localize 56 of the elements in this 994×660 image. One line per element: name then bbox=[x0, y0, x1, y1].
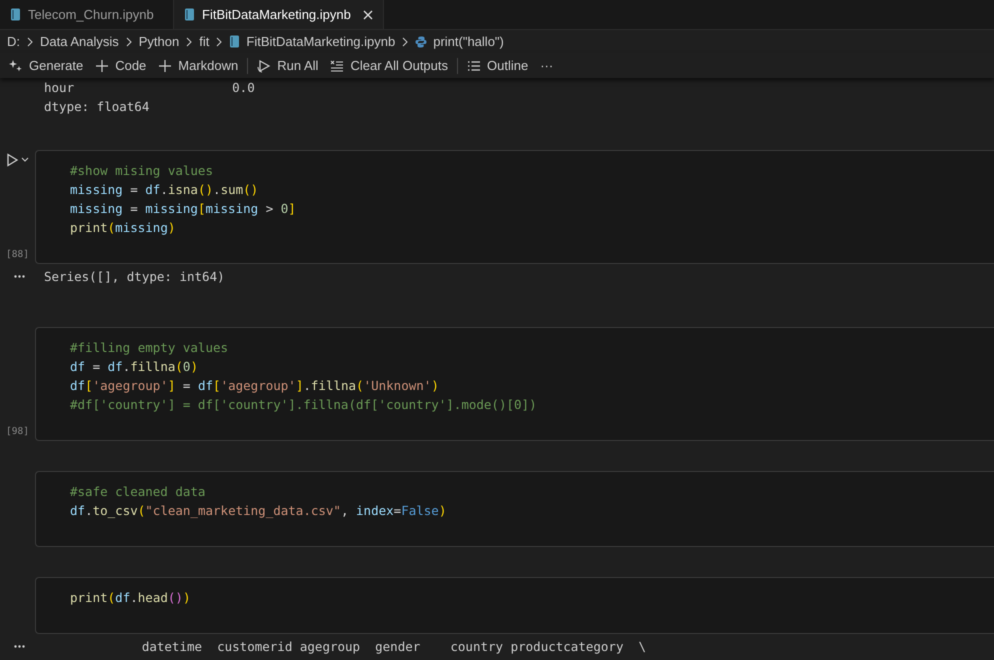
code-cell[interactable]: #safe cleaned data df.to_csv("clean_marketing_data.csv", index=False) bbox=[35, 471, 994, 547]
run-all-icon bbox=[257, 58, 272, 72]
toolbar-button[interactable]: Markdown bbox=[152, 56, 244, 75]
execution-count: [88] bbox=[6, 249, 29, 260]
execution-count: [98] bbox=[6, 426, 29, 437]
sparkle-icon bbox=[9, 58, 23, 72]
code-line: df.to_csv("clean_marketing_data.csv", index=False) bbox=[70, 502, 448, 520]
code-line: #filling empty values bbox=[70, 339, 230, 357]
toolbar-button[interactable]: Generate bbox=[3, 56, 90, 75]
code-line: missing = df.isna().sum() bbox=[70, 181, 260, 199]
code-line: print(missing) bbox=[70, 219, 176, 237]
code-line: #safe cleaned data bbox=[70, 483, 206, 501]
breadcrumb-item[interactable]: fit bbox=[199, 34, 210, 49]
notebook-icon bbox=[10, 8, 21, 21]
output-text: datetime customerid agegroup gender country productcategory \ bbox=[140, 638, 646, 656]
notebook-icon bbox=[184, 8, 195, 21]
code-line: print(df.head()) bbox=[70, 589, 192, 607]
plus-icon bbox=[95, 58, 110, 72]
clear-list-icon bbox=[330, 58, 344, 72]
toolbar-button[interactable]: Code bbox=[89, 56, 152, 75]
chevron-icon bbox=[126, 36, 132, 46]
more-icon[interactable] bbox=[14, 645, 25, 648]
output-text: Series([], dtype: int64) bbox=[44, 268, 225, 286]
play-icon bbox=[6, 153, 19, 167]
code-cell[interactable]: #show mising values missing = df.isna().sum() missing = missing[missing > 0] print(missing) bbox=[35, 150, 994, 264]
chevron-icon bbox=[402, 36, 408, 46]
output-text: hour 0.0 bbox=[43, 79, 256, 97]
list-icon bbox=[467, 58, 481, 72]
code-line: #show mising values bbox=[70, 162, 214, 180]
code-line: missing = missing[missing > 0] bbox=[70, 200, 297, 218]
breadcrumb-item[interactable]: Python bbox=[138, 34, 180, 49]
more-icon[interactable] bbox=[14, 275, 25, 278]
notebook-icon bbox=[229, 35, 240, 48]
code-cell[interactable]: print(df.head()) bbox=[35, 577, 994, 634]
toolbar-button[interactable]: Clear All Outputs bbox=[324, 56, 454, 75]
chevron-icon bbox=[216, 36, 222, 46]
breadcrumb-item[interactable]: D: bbox=[7, 34, 20, 49]
code-cell[interactable]: #filling empty values df = df.fillna(0) df['agegroup'] = df['agegroup'].fillna('Unknown') #df['country'] = df['country'].fillna(df['country'].mode()[0]) bbox=[35, 327, 994, 441]
more-button[interactable]: ··· bbox=[534, 56, 560, 75]
run-cell-button[interactable] bbox=[6, 153, 29, 167]
chevron-down-icon bbox=[21, 157, 29, 163]
breadcrumb-item[interactable]: print("hallo") bbox=[433, 34, 504, 49]
toolbar-button[interactable]: Outline bbox=[461, 56, 534, 75]
close-icon[interactable] bbox=[363, 10, 373, 20]
plus-icon bbox=[158, 58, 172, 72]
code-line: #df['country'] = df['country'].fillna(df['country'].mode()[0]) bbox=[70, 396, 538, 414]
chevron-icon bbox=[186, 36, 192, 46]
editor-tab[interactable]: FitBitDataMarketing.ipynb bbox=[174, 0, 384, 29]
chevron-icon bbox=[27, 36, 33, 46]
toolbar-button[interactable]: Run All bbox=[251, 56, 324, 75]
code-line: df = df.fillna(0) bbox=[70, 358, 199, 376]
code-line: df['agegroup'] = df['agegroup'].fillna('Unknown') bbox=[70, 377, 440, 395]
python-icon bbox=[415, 36, 428, 48]
output-text: dtype: float64 bbox=[43, 98, 150, 116]
breadcrumb-item[interactable]: FitBitDataMarketing.ipynb bbox=[246, 34, 396, 49]
breadcrumb-item[interactable]: Data Analysis bbox=[40, 34, 119, 49]
